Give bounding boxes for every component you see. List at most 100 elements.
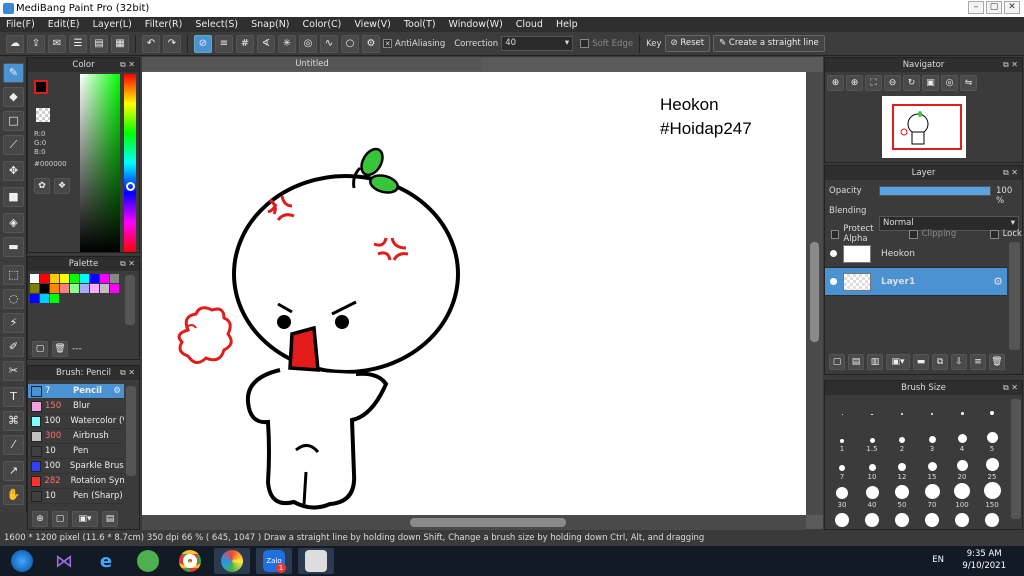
rotate-icon[interactable]: ↻ (903, 75, 920, 91)
snap-settings-icon[interactable]: ⚙ (362, 34, 380, 53)
panel-menu-icon[interactable]: ⧉ ✕ (1003, 58, 1018, 72)
snap-off-icon[interactable]: ⊘ (194, 34, 212, 53)
layer-settings-icon[interactable]: ⚙ (993, 275, 1003, 288)
clipping-checkbox[interactable] (909, 229, 918, 239)
menu-layer[interactable]: Layer(L) (93, 19, 132, 30)
menu-edit[interactable]: Edit(E) (48, 19, 80, 30)
correction-select[interactable]: 40 ▾ (501, 36, 574, 51)
brush-size-cell[interactable]: 4 (947, 425, 977, 453)
protect-alpha-checkbox[interactable] (831, 229, 840, 239)
share-icon[interactable]: ⇪ (27, 34, 45, 53)
select-rect-tool-icon[interactable]: ⬚ (3, 265, 24, 285)
palette-swatch[interactable] (100, 274, 109, 283)
palette-swatch[interactable] (40, 274, 49, 283)
concentric-snap-icon[interactable]: ◎ (299, 34, 317, 53)
brush-size-cell[interactable] (977, 397, 1007, 425)
new-8bit-layer-icon[interactable]: ▥ (867, 354, 883, 370)
menu-tool[interactable]: Tool(T) (404, 19, 436, 30)
gradient-tool-icon[interactable]: ▬ (3, 237, 24, 257)
clock[interactable]: 9:35 AM 9/10/2021 (962, 548, 1006, 572)
move-tool-icon[interactable]: ✥ (3, 161, 24, 181)
brush-size-cell[interactable] (887, 397, 917, 425)
actual-size-icon[interactable]: ▣ (922, 75, 939, 91)
brush-item[interactable]: 100 Sparkle Brush (28, 459, 124, 474)
text-tool-icon[interactable]: T (3, 387, 24, 407)
trash-icon[interactable]: 🗑 (989, 354, 1005, 370)
magic-wand-tool-icon[interactable]: ⚡ (3, 313, 24, 333)
palette-swatch[interactable] (90, 274, 99, 283)
curve-snap-icon[interactable]: ∿ (320, 34, 338, 53)
palette-swatch[interactable] (80, 284, 89, 293)
menu-window[interactable]: Window(W) (449, 19, 503, 30)
color-history-icon[interactable]: ❖ (54, 178, 70, 194)
palette-swatch[interactable] (50, 284, 59, 293)
pen-tool-icon[interactable]: ⟋ (3, 135, 24, 155)
palette-swatch[interactable] (70, 284, 79, 293)
layer-row[interactable]: Layer1 ⚙ (825, 268, 1007, 296)
document-icon[interactable]: ▤ (90, 34, 108, 53)
palette-swatch[interactable] (110, 284, 119, 293)
antialiasing-checkbox[interactable]: ✕ (383, 39, 392, 48)
opacity-slider[interactable] (879, 186, 991, 196)
palette-swatch[interactable] (90, 284, 99, 293)
menu-filter[interactable]: Filter(R) (145, 19, 183, 30)
taskbar-game-app[interactable] (130, 548, 166, 574)
palette-swatch[interactable] (30, 284, 39, 293)
palette-swatch[interactable] (50, 274, 59, 283)
menu-select[interactable]: Select(S) (195, 19, 238, 30)
language-indicator[interactable]: EN (932, 555, 944, 565)
start-button[interactable] (4, 548, 40, 574)
comment-icon[interactable]: ✉ (48, 34, 66, 53)
eraser-tool-icon[interactable]: ◆ (3, 87, 24, 107)
operation-tool-icon[interactable]: ↗ (3, 461, 24, 481)
minimize-button[interactable]: – (968, 1, 984, 14)
panel-menu-icon[interactable]: ⧉ ✕ (1003, 381, 1018, 395)
dot-tool-icon[interactable]: □ (3, 111, 24, 131)
brush-settings-icon[interactable]: ⚙ (113, 386, 121, 396)
vertical-scrollbar[interactable] (806, 72, 823, 515)
brush-size-cell[interactable]: 150 (977, 481, 1007, 509)
grid-snap-icon[interactable]: # (236, 34, 254, 53)
brush-size-cell[interactable]: 100 (947, 481, 977, 509)
fill-rect-tool-icon[interactable]: ■ (3, 187, 24, 207)
add-brush-icon[interactable]: ⊕ (32, 511, 48, 527)
brush-size-cell[interactable] (857, 397, 887, 425)
perspective-snap-icon[interactable]: ∢ (257, 34, 275, 53)
palette-swatch[interactable] (100, 284, 109, 293)
palette-swatch[interactable] (110, 274, 119, 283)
antialiasing-toggle[interactable]: ✕ AntiAliasing (383, 39, 445, 49)
menu-cloud[interactable]: Cloud (516, 19, 543, 30)
saturation-value-picker[interactable] (80, 74, 120, 252)
reset-button[interactable]: ⊘ Reset (664, 35, 711, 52)
brush-size-cell[interactable]: 20 (947, 453, 977, 481)
brush-size-cell[interactable]: 70 (917, 481, 947, 509)
brush-scrollbar[interactable] (126, 386, 136, 476)
taskbar-internet-explorer[interactable]: e (88, 548, 124, 574)
palette-swatch[interactable] (60, 284, 69, 293)
redo-icon[interactable]: ↷ (163, 34, 181, 53)
primary-color-swatch[interactable] (34, 80, 48, 94)
new-halftone-layer-icon[interactable]: ▤ (848, 354, 864, 370)
brush-item[interactable]: 7 Pencil ⚙ (28, 384, 124, 399)
visibility-icon[interactable] (830, 250, 837, 257)
palette-scrollbar[interactable] (125, 275, 135, 325)
maximize-button[interactable]: ▢ (986, 1, 1002, 14)
brush-size-cell[interactable]: 3 (917, 425, 947, 453)
document-tab[interactable]: Untitled (142, 57, 482, 71)
menu-view[interactable]: View(V) (354, 19, 390, 30)
straight-line-button[interactable]: ✎ Create a straight line (713, 35, 825, 52)
brush-size-cell[interactable]: 1.5 (857, 425, 887, 453)
brush-item[interactable]: 300 Airbrush (28, 429, 124, 444)
select-pen-tool-icon[interactable]: ✐ (3, 337, 24, 357)
lock-checkbox[interactable] (990, 229, 999, 239)
palette-icon[interactable]: ✿ (34, 178, 50, 194)
new-palette-icon[interactable]: ▢ (32, 341, 48, 357)
close-button[interactable]: ✕ (1004, 1, 1020, 14)
transparent-swatch[interactable] (36, 108, 50, 122)
fit-screen-icon[interactable]: ⛶ (865, 75, 882, 91)
layer-scrollbar[interactable] (1009, 242, 1020, 350)
panel-menu-icon[interactable]: ⧉ ✕ (120, 366, 135, 380)
panel-menu-icon[interactable]: ⧉ ✕ (1003, 166, 1018, 180)
zoom-in-icon[interactable]: ⊕ (827, 75, 844, 91)
brush-item[interactable]: 150 Blur (28, 399, 124, 414)
